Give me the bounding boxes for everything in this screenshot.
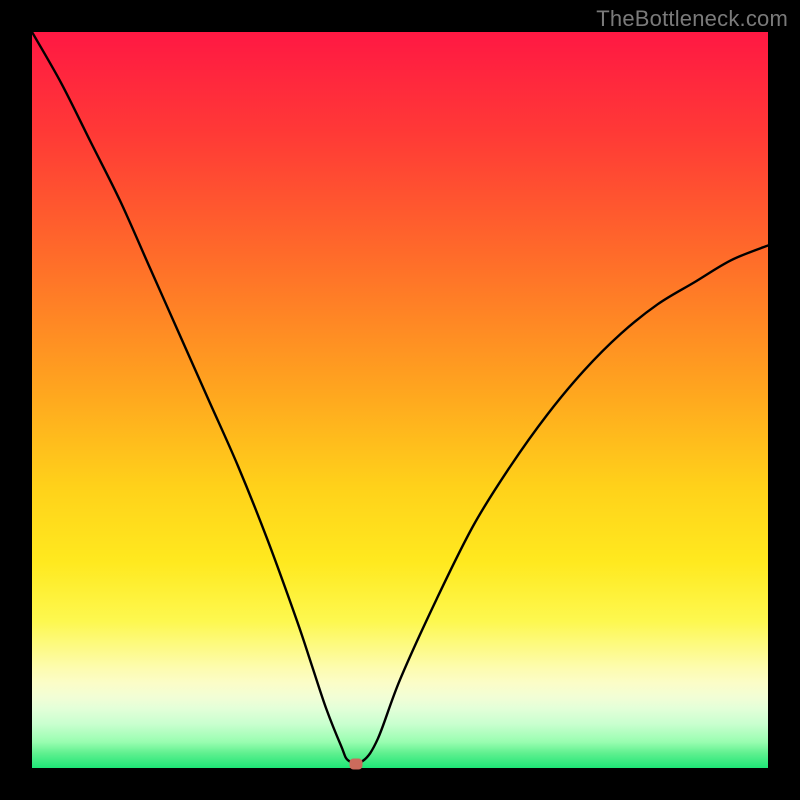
plot-area [32, 32, 768, 768]
chart-frame: TheBottleneck.com [0, 0, 800, 800]
optimal-point-marker [349, 759, 362, 770]
bottleneck-curve [32, 32, 768, 768]
watermark-text: TheBottleneck.com [596, 6, 788, 32]
